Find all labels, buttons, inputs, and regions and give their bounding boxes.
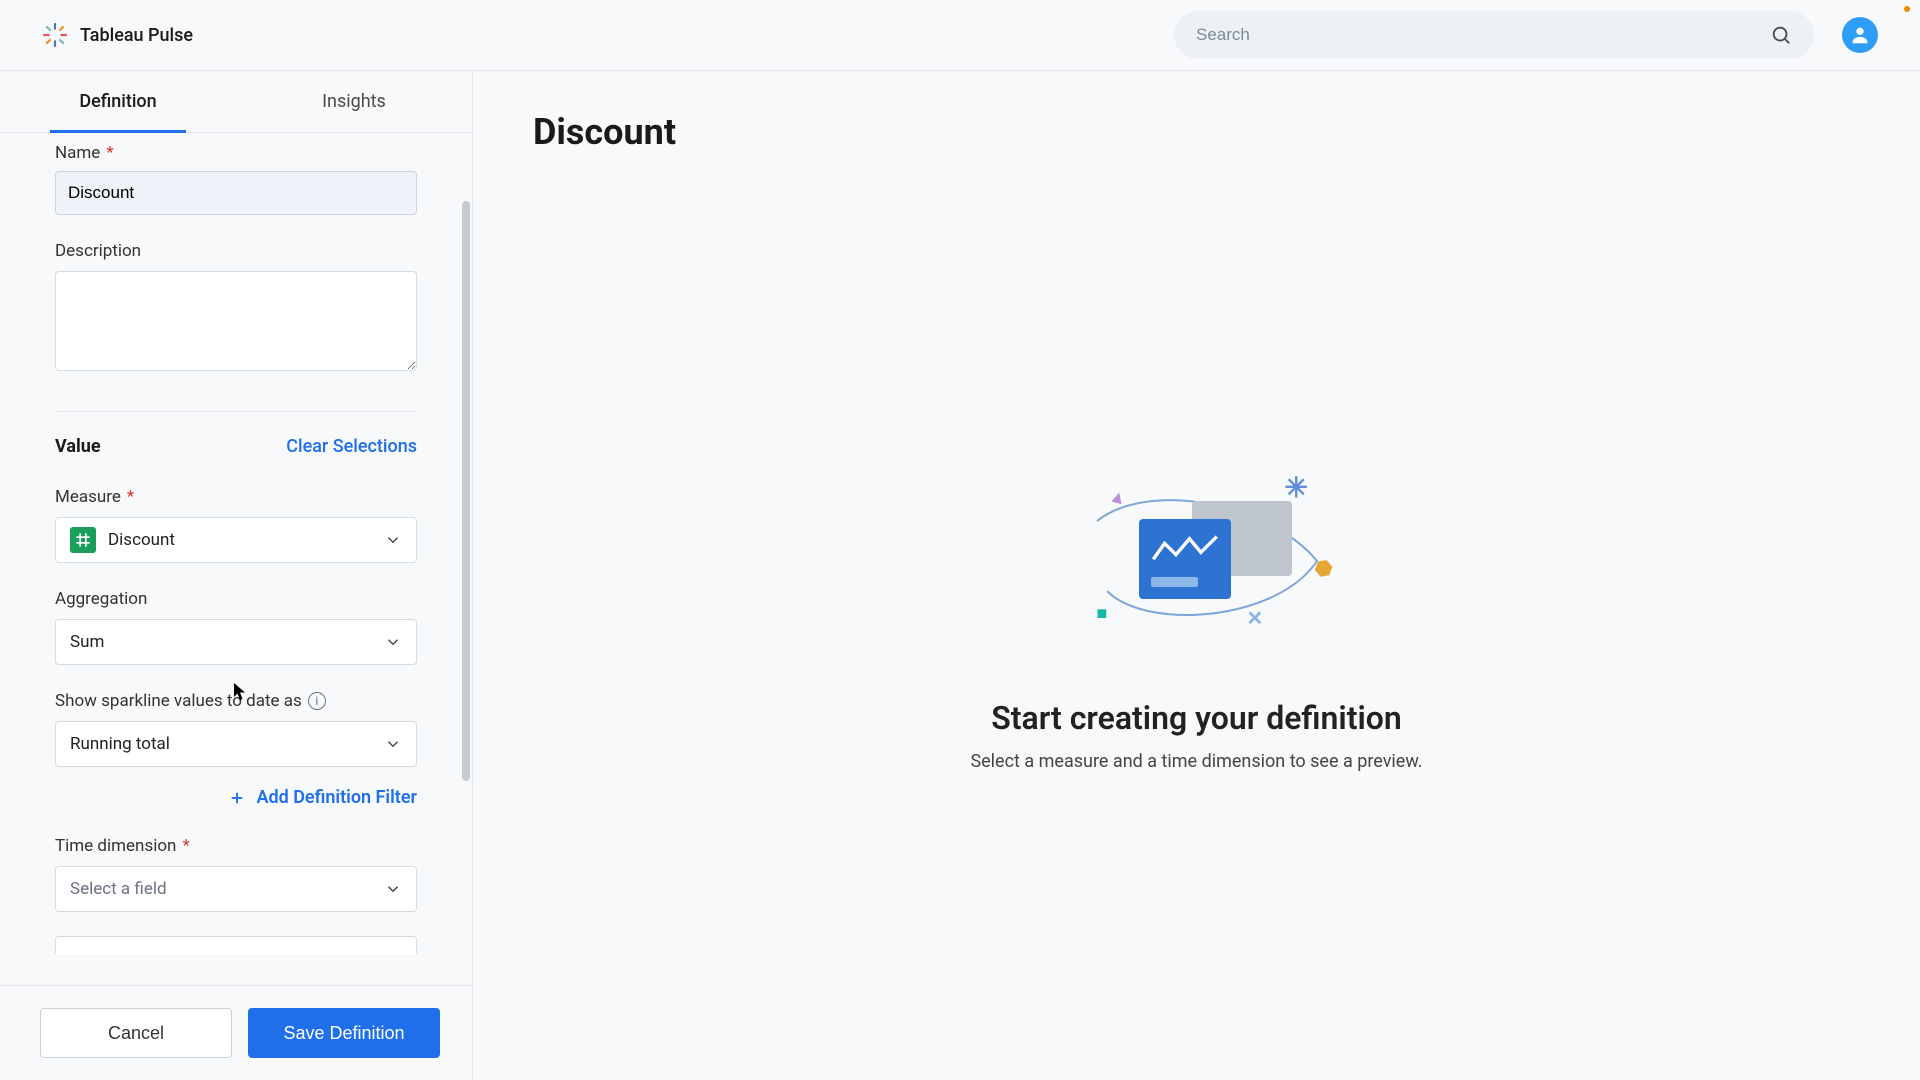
- add-definition-filter-button[interactable]: Add Definition Filter: [55, 787, 417, 808]
- label-description: Description: [55, 241, 417, 261]
- measure-value: Discount: [108, 530, 175, 550]
- sparkline-value: Running total: [70, 734, 170, 754]
- aggregation-select[interactable]: Sum: [55, 619, 417, 665]
- label-aggregation: Aggregation: [55, 589, 417, 609]
- plus-icon: [228, 789, 246, 807]
- mouse-cursor-icon: [233, 682, 247, 702]
- next-field-peek: [55, 936, 417, 954]
- panel-footer: Cancel Save Definition: [0, 985, 472, 1080]
- search-input[interactable]: [1196, 25, 1770, 45]
- cancel-button[interactable]: Cancel: [40, 1008, 232, 1058]
- tab-label: Definition: [79, 91, 156, 112]
- sparkline-select[interactable]: Running total: [55, 721, 417, 767]
- brand-name: Tableau Pulse: [80, 25, 193, 46]
- main-preview-area: Discount ✳ ▲ ⬢ ■ ✕ Start creatin: [473, 71, 1920, 1080]
- label-time-dimension: Time dimension *: [55, 836, 417, 856]
- time-dimension-select[interactable]: Select a field: [55, 866, 417, 912]
- chevron-down-icon: [384, 880, 402, 898]
- required-mark-icon: *: [182, 836, 189, 856]
- description-input[interactable]: [55, 271, 417, 371]
- chevron-down-icon: [384, 633, 402, 651]
- empty-state-subtitle: Select a measure and a time dimension to…: [970, 751, 1422, 772]
- global-search[interactable]: [1174, 11, 1814, 59]
- name-input[interactable]: [55, 171, 417, 215]
- definition-panel: Definition Insights Name * Description V…: [0, 71, 473, 1080]
- aggregation-value: Sum: [70, 632, 104, 652]
- clear-selections-link[interactable]: Clear Selections: [286, 436, 417, 457]
- top-bar: Tableau Pulse: [0, 0, 1920, 71]
- info-icon[interactable]: i: [308, 692, 326, 710]
- form-scroll-area[interactable]: Name * Description Value Clear Selection…: [0, 133, 472, 985]
- tableau-pulse-logo-icon: [42, 22, 68, 48]
- required-mark-icon: *: [127, 487, 134, 507]
- tab-definition[interactable]: Definition: [0, 71, 236, 132]
- time-dimension-placeholder: Select a field: [70, 879, 167, 899]
- brand: Tableau Pulse: [42, 22, 193, 48]
- required-mark-icon: *: [106, 143, 113, 163]
- measure-field-icon: [70, 527, 96, 553]
- label-measure: Measure *: [55, 487, 417, 507]
- scrollbar[interactable]: [462, 201, 470, 781]
- empty-state-title: Start creating your definition: [991, 699, 1402, 737]
- add-filter-label: Add Definition Filter: [256, 787, 417, 808]
- user-avatar[interactable]: [1842, 17, 1878, 53]
- divider: [55, 411, 417, 412]
- measure-select[interactable]: Discount: [55, 517, 417, 563]
- notification-dot-icon: [1904, 6, 1910, 12]
- label-name: Name *: [55, 143, 417, 163]
- panel-tabs: Definition Insights: [0, 71, 472, 133]
- page-title: Discount: [533, 111, 1860, 153]
- search-icon: [1770, 24, 1792, 46]
- chevron-down-icon: [384, 531, 402, 549]
- empty-state-illustration-icon: ✳ ▲ ⬢ ■ ✕: [1047, 471, 1347, 651]
- empty-state: ✳ ▲ ⬢ ■ ✕ Start creating your definition…: [857, 471, 1537, 772]
- save-definition-button[interactable]: Save Definition: [248, 1008, 440, 1058]
- section-title-value: Value: [55, 436, 101, 457]
- tab-label: Insights: [322, 91, 386, 112]
- tab-insights[interactable]: Insights: [236, 71, 472, 132]
- chevron-down-icon: [384, 735, 402, 753]
